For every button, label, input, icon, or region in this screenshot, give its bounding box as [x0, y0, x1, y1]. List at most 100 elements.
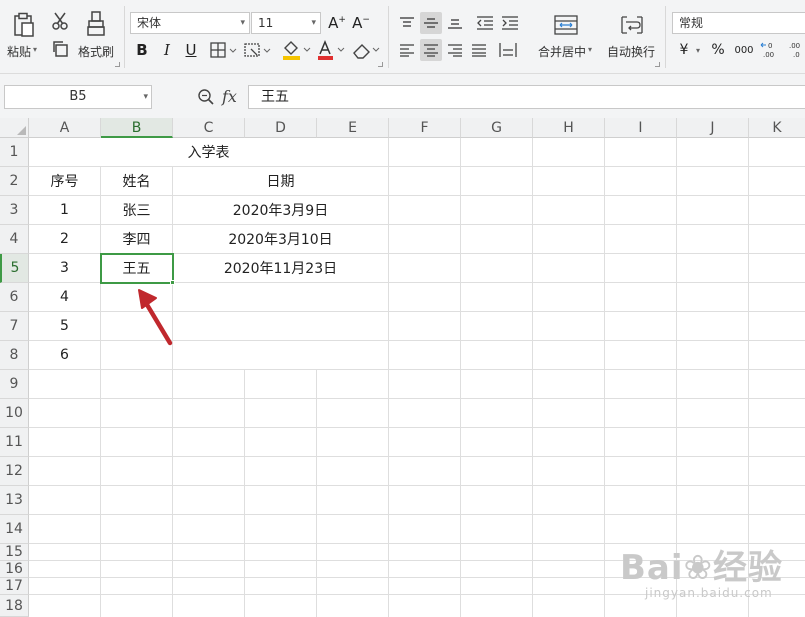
- row-header-12[interactable]: 12: [0, 457, 29, 486]
- currency-button[interactable]: ¥: [676, 39, 692, 61]
- row-header-6[interactable]: 6: [0, 283, 29, 312]
- column-header-e[interactable]: E: [317, 118, 389, 138]
- column-header-f[interactable]: F: [389, 118, 461, 138]
- merged-date-cell-row8[interactable]: [173, 341, 388, 369]
- clipboard-group-launcher[interactable]: [115, 62, 120, 67]
- table-cell-index: 5: [60, 318, 69, 334]
- table-cell-index: 4: [60, 289, 69, 305]
- underline-button[interactable]: U: [181, 39, 201, 61]
- select-all-button[interactable]: [0, 118, 29, 138]
- increase-decimal-button[interactable]: 0 .00: [760, 40, 782, 60]
- merged-date-cell-row6[interactable]: [173, 283, 388, 311]
- row-header-17[interactable]: 17: [0, 578, 29, 595]
- table-cell-date: 2020年3月9日: [232, 203, 329, 219]
- column-header-b[interactable]: B: [101, 118, 173, 138]
- decrease-decimal-button[interactable]: .00 .0: [784, 40, 805, 60]
- wrap-text-button[interactable]: [618, 13, 646, 37]
- font-size-select[interactable]: 11 ▾: [251, 12, 321, 34]
- alignment-group-launcher[interactable]: [655, 62, 660, 67]
- row-header-14[interactable]: 14: [0, 515, 29, 544]
- percent-button[interactable]: %: [709, 39, 727, 61]
- wrap-text-label[interactable]: 自动换行: [607, 43, 655, 60]
- row-header-8[interactable]: 8: [0, 341, 29, 370]
- copy-button[interactable]: [50, 39, 70, 59]
- watermark-brand: Bai❀经验: [620, 548, 784, 588]
- format-painter-button[interactable]: [84, 10, 108, 38]
- increase-font-button[interactable]: A+: [326, 12, 348, 34]
- column-header-i[interactable]: I: [605, 118, 677, 138]
- align-left-button[interactable]: [396, 39, 418, 61]
- align-middle-button[interactable]: [420, 12, 442, 34]
- font-name-value: 宋体: [137, 16, 162, 30]
- clear-format-button[interactable]: [351, 39, 381, 61]
- spreadsheet-grid[interactable]: A B C D E F G H I J K 1 2 3 4 5 6 7 8 9 …: [0, 118, 805, 617]
- column-header-a[interactable]: A: [29, 118, 101, 138]
- row-header-18[interactable]: 18: [0, 595, 29, 617]
- row-header-3[interactable]: 3: [0, 196, 29, 225]
- gridline: [532, 138, 533, 617]
- currency-dropdown-arrow[interactable]: ▾: [696, 46, 700, 55]
- row-header-16[interactable]: 16: [0, 561, 29, 578]
- paste-dropdown-arrow[interactable]: ▾: [33, 45, 37, 54]
- merge-center-button[interactable]: [552, 13, 580, 37]
- thousands-separator-button[interactable]: 000: [733, 39, 755, 61]
- gridline: [29, 514, 805, 515]
- insert-function-button[interactable]: fx: [222, 87, 237, 106]
- font-name-select[interactable]: 宋体 ▾: [130, 12, 250, 34]
- decrease-font-button[interactable]: A−: [350, 12, 372, 34]
- decrease-decimal-icon: .00 .0: [789, 42, 800, 59]
- merge-center-label[interactable]: 合并居中: [538, 43, 586, 60]
- cut-button[interactable]: [50, 11, 70, 31]
- highlight-color-button[interactable]: [281, 39, 313, 61]
- zoom-formula-button[interactable]: [196, 87, 216, 107]
- align-top-button[interactable]: [396, 12, 418, 34]
- decrease-font-icon: A−: [352, 14, 370, 32]
- name-box[interactable]: B5 ▾: [4, 85, 152, 109]
- svg-text:.00: .00: [789, 42, 800, 50]
- align-right-icon: [448, 44, 462, 57]
- row-header-1[interactable]: 1: [0, 138, 29, 167]
- formula-input[interactable]: 王五: [248, 85, 805, 109]
- column-header-k[interactable]: K: [749, 118, 805, 138]
- column-header-j[interactable]: J: [677, 118, 749, 138]
- paste-button[interactable]: [8, 10, 40, 40]
- align-bottom-icon: [448, 19, 462, 29]
- increase-indent-button[interactable]: [499, 12, 521, 34]
- row-header-9[interactable]: 9: [0, 370, 29, 399]
- baidu-jingyan-watermark: Bai❀经验 jingyan.baidu.com: [605, 532, 805, 617]
- number-format-select[interactable]: 常规: [672, 12, 805, 34]
- annotation-arrow-icon: [138, 289, 173, 346]
- justify-button[interactable]: [468, 39, 490, 61]
- row-header-13[interactable]: 13: [0, 486, 29, 515]
- borders-icon: [210, 42, 237, 58]
- row-header-15[interactable]: 15: [0, 544, 29, 561]
- column-header-g[interactable]: G: [461, 118, 533, 138]
- align-right-button[interactable]: [444, 39, 466, 61]
- chevron-down-icon: ▾: [240, 18, 245, 28]
- italic-label: I: [164, 41, 170, 59]
- name-box-value: B5: [69, 89, 87, 104]
- table-cell-date: 2020年11月23日: [223, 261, 338, 277]
- borders-button[interactable]: [209, 40, 239, 60]
- justify-icon: [472, 44, 486, 57]
- italic-button[interactable]: I: [157, 39, 177, 61]
- row-header-4[interactable]: 4: [0, 225, 29, 254]
- merged-date-cell-row7[interactable]: [173, 312, 388, 340]
- decrease-indent-button[interactable]: [474, 12, 496, 34]
- fill-style-button[interactable]: [243, 40, 273, 60]
- row-header-10[interactable]: 10: [0, 399, 29, 428]
- column-header-c[interactable]: C: [173, 118, 245, 138]
- align-center-button[interactable]: [420, 39, 442, 61]
- merge-dropdown-arrow[interactable]: ▾: [588, 45, 592, 54]
- font-color-button[interactable]: [315, 39, 347, 61]
- column-header-h[interactable]: H: [533, 118, 605, 138]
- column-header-d[interactable]: D: [245, 118, 317, 138]
- font-group-launcher[interactable]: [378, 62, 383, 67]
- row-header-2[interactable]: 2: [0, 167, 29, 196]
- row-header-5[interactable]: 5: [0, 254, 29, 283]
- row-header-11[interactable]: 11: [0, 428, 29, 457]
- bold-button[interactable]: B: [132, 39, 152, 61]
- distributed-align-button[interactable]: [496, 39, 520, 61]
- row-header-7[interactable]: 7: [0, 312, 29, 341]
- align-bottom-button[interactable]: [444, 12, 466, 34]
